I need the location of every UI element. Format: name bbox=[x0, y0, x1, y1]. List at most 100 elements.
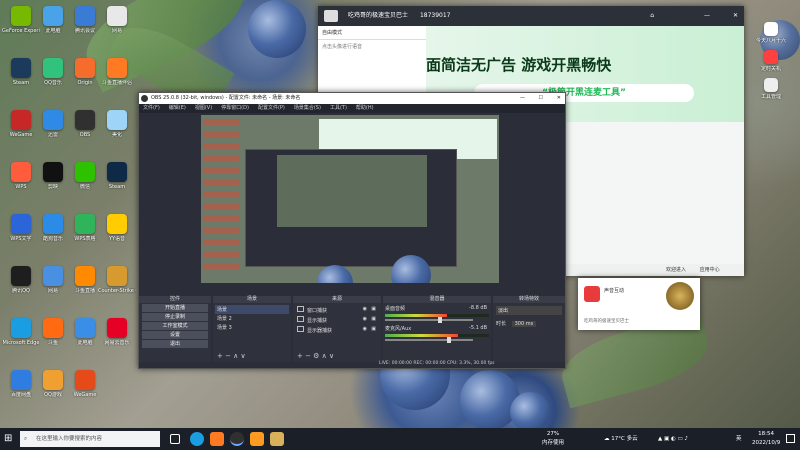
source-name: 显示捕获 bbox=[307, 318, 328, 324]
chat-titlebar[interactable]: 吃鸡哥的极速宝贝巴士 18739017 ✕ — ⌂ bbox=[318, 6, 744, 26]
obs-menu-item[interactable]: 文件(F) bbox=[143, 105, 160, 111]
task-view-icon[interactable] bbox=[170, 434, 180, 444]
obs-menu-item[interactable]: 停靠窗口(D) bbox=[221, 105, 249, 111]
source-item[interactable]: 窗口捕获 ◉ ▣ bbox=[295, 305, 379, 315]
desktop-icon[interactable]: Steam bbox=[98, 162, 136, 204]
volume-slider-handle[interactable] bbox=[446, 337, 451, 343]
volume-slider[interactable] bbox=[385, 337, 474, 343]
taskbar-app-obs[interactable] bbox=[230, 432, 244, 446]
taskbar-app-douyu[interactable] bbox=[210, 432, 224, 446]
mixer-channel: 桌面音频 -8.8 dB bbox=[385, 305, 489, 323]
desktop-icon[interactable]: YY语音 bbox=[98, 214, 136, 256]
start-button[interactable]: ⊞ bbox=[4, 433, 16, 445]
taskbar-app-edge[interactable] bbox=[190, 432, 204, 446]
preview-icons-strip bbox=[203, 119, 239, 269]
cpu-readout: 27% 内存使用 bbox=[542, 430, 564, 448]
volume-slider[interactable] bbox=[385, 317, 474, 323]
app-icon bbox=[43, 266, 63, 286]
minimize-icon[interactable]: — bbox=[704, 6, 710, 26]
obs-statusbar: LIVE: 00:00:00 REC: 00:00:00 CPU: 3.3%, … bbox=[379, 361, 495, 366]
obs-menu-item[interactable]: 视图(V) bbox=[195, 105, 212, 111]
taskbar-search[interactable]: ⌕ 在这里输入你要搜索的内容 bbox=[20, 431, 160, 447]
system-tray-icons[interactable]: ▲ ▣ ◐ ▭ ♪ bbox=[658, 428, 688, 450]
obs-menu-item[interactable]: 工具(T) bbox=[330, 105, 347, 111]
obs-maximize-icon[interactable]: ☐ bbox=[539, 93, 543, 104]
obs-preview[interactable] bbox=[201, 115, 499, 283]
obs-menu-item[interactable]: 场景集合(S) bbox=[294, 105, 321, 111]
obs-control-button[interactable]: 工作室模式 bbox=[142, 322, 208, 330]
app-icon bbox=[75, 370, 95, 390]
desktop-icon-label: 网易云音乐 bbox=[104, 340, 130, 346]
obs-menu-item[interactable]: 配置文件(P) bbox=[258, 105, 285, 111]
desktop-icon[interactable]: WeGame bbox=[66, 370, 104, 412]
app-icon bbox=[11, 162, 31, 182]
weather-text: 17°C 多云 bbox=[611, 436, 638, 442]
mode-select[interactable]: 自由模式 bbox=[318, 26, 426, 40]
app-center-link[interactable]: 应用中心 bbox=[700, 267, 720, 273]
desktop-icon[interactable]: 网易 bbox=[98, 6, 136, 48]
mixer-db: -5.1 dB bbox=[469, 325, 487, 331]
lock-icon[interactable]: ▣ bbox=[371, 306, 376, 312]
app-icon bbox=[107, 110, 127, 130]
scene-item[interactable]: 场景 3 bbox=[215, 323, 289, 332]
obs-titlebar[interactable]: OBS 25.0.8 (32-bit, windows) - 配置文件: 未命名… bbox=[139, 93, 565, 104]
app-icon bbox=[107, 58, 127, 78]
app-icon bbox=[11, 110, 31, 130]
scene-toolbar[interactable]: + − ∧ ∨ bbox=[217, 352, 246, 360]
duration-input[interactable]: 300 ms bbox=[511, 321, 537, 327]
mixer-channel-name: 麦克风/Aux bbox=[385, 326, 412, 332]
cpu-label: 内存使用 bbox=[542, 440, 565, 446]
taskbar-app-douyu2[interactable] bbox=[250, 432, 264, 446]
source-toolbar[interactable]: + − ⚙ ∧ ∨ bbox=[297, 352, 334, 360]
source-type-icon bbox=[297, 326, 304, 332]
notification-icon[interactable] bbox=[786, 434, 795, 443]
duration-label: 时长 bbox=[496, 321, 507, 327]
scene-item[interactable]: 场景 bbox=[215, 305, 289, 314]
desktop-icon-label: 定时关机 bbox=[760, 66, 781, 72]
volume-slider-handle[interactable] bbox=[438, 317, 443, 323]
visibility-eye-icon[interactable]: ◉ bbox=[363, 316, 367, 322]
app-icon bbox=[75, 162, 95, 182]
taskbar-app-chat[interactable] bbox=[270, 432, 284, 446]
obs-control-button[interactable]: 设置 bbox=[142, 331, 208, 339]
obs-minimize-icon[interactable]: — bbox=[520, 93, 525, 104]
app-icon bbox=[107, 162, 127, 182]
clock[interactable]: 18:54 2022/10/9 bbox=[752, 430, 780, 448]
weather-icon: ☁ bbox=[604, 436, 610, 442]
desktop-icon[interactable]: 网易云音乐 bbox=[98, 318, 136, 360]
lock-icon[interactable]: ▣ bbox=[371, 316, 376, 322]
desktop-icon[interactable]: Counter-Strike Global bbox=[98, 266, 136, 308]
taskbar: ⊞ ⌕ 在这里输入你要搜索的内容 27% 内存使用 ☁ 17°C 多云 ▲ ▣ … bbox=[0, 428, 800, 450]
weather[interactable]: ☁ 17°C 多云 bbox=[604, 428, 638, 450]
gamepad-icon bbox=[584, 286, 600, 302]
home-icon[interactable]: ⌂ bbox=[650, 6, 654, 26]
right-desktop-icon[interactable]: 工具管理 bbox=[752, 78, 790, 120]
app-icon bbox=[75, 214, 95, 234]
obs-control-button[interactable]: 退出 bbox=[142, 340, 208, 348]
obs-control-button[interactable]: 开始直播 bbox=[142, 304, 208, 312]
visibility-eye-icon[interactable]: ◉ bbox=[363, 326, 367, 332]
desktop-icon[interactable]: 斗鱼直播伴侣 bbox=[98, 58, 136, 100]
app-icon bbox=[107, 318, 127, 338]
voice-card-popup[interactable]: 声音互动 吃鸡哥的极速宝贝巴士 bbox=[578, 278, 700, 330]
mixer-db: -8.8 dB bbox=[469, 305, 487, 311]
obs-menu-item[interactable]: 编辑(E) bbox=[169, 105, 186, 111]
obs-control-button[interactable]: 停止录制 bbox=[142, 313, 208, 321]
scene-item[interactable]: 场景 2 bbox=[215, 314, 289, 323]
transition-select[interactable]: 淡出 bbox=[496, 306, 562, 315]
visibility-eye-icon[interactable]: ◉ bbox=[363, 306, 367, 312]
obs-close-icon[interactable]: ✕ bbox=[557, 93, 561, 104]
app-icon bbox=[11, 266, 31, 286]
app-icon bbox=[43, 110, 63, 130]
app-icon bbox=[764, 22, 778, 36]
lock-icon[interactable]: ▣ bbox=[371, 326, 376, 332]
desktop-icon-label: 网易 bbox=[111, 28, 122, 34]
close-icon[interactable]: ✕ bbox=[733, 6, 738, 26]
source-item[interactable]: 显示器捕获 ◉ ▣ bbox=[295, 325, 379, 335]
desktop-icon[interactable]: 美化 bbox=[98, 110, 136, 152]
obs-menu-item[interactable]: 帮助(H) bbox=[356, 105, 374, 111]
source-item[interactable]: 显示捕获 ◉ ▣ bbox=[295, 315, 379, 325]
source-type-icon bbox=[297, 306, 304, 312]
obs-window[interactable]: OBS 25.0.8 (32-bit, windows) - 配置文件: 未命名… bbox=[138, 92, 566, 369]
input-language[interactable]: 英 bbox=[736, 428, 742, 450]
